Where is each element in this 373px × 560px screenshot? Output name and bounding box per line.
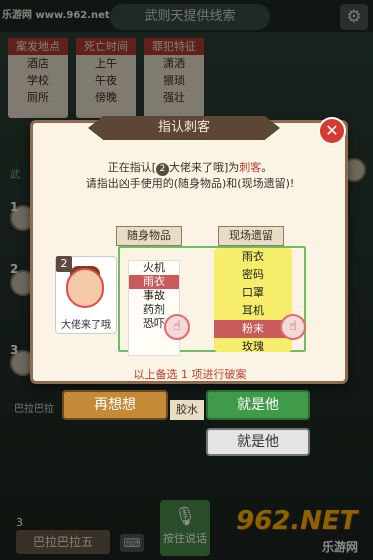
carried-items-list: 火机 雨衣 事故 药剂 恐吓 [128, 260, 180, 356]
scene-item[interactable]: 玫瑰 [214, 338, 292, 356]
confirm-button-secondary[interactable]: 就是他 [206, 428, 310, 456]
dialog-title: 指认刺客 [157, 120, 210, 135]
instruction-line2: 请指出凶手使用的(随身物品)和(现场遗留)! [85, 177, 295, 190]
close-icon[interactable]: ✕ [318, 117, 346, 145]
suspect-name: 大佬来了哦 [61, 320, 111, 331]
rethink-button[interactable]: 再想想 [62, 390, 168, 420]
scene-item[interactable]: 雨衣 [214, 248, 292, 266]
carried-item[interactable]: 事故 [129, 289, 179, 303]
carried-item[interactable]: 火机 [129, 261, 179, 275]
tab-carried-items[interactable]: 随身物品 [116, 226, 182, 246]
scene-item[interactable]: 口罩 [214, 284, 292, 302]
carried-item-selected[interactable]: 雨衣 [129, 275, 179, 289]
instruction-end: 。 [261, 161, 273, 174]
instruction-mid: ]为 [224, 161, 240, 174]
scene-items-list: 雨衣 密码 口罩 耳机 粉末 玫瑰 [214, 248, 292, 353]
instruction-number: 2 [156, 163, 169, 176]
glue-tag: 胶水 [170, 400, 204, 420]
avatar [66, 268, 104, 308]
instruction-role: 刺客 [239, 161, 262, 174]
progress-text: 以上备选 1 项进行破案 [133, 368, 247, 381]
confirm-button[interactable]: 就是他 [206, 390, 310, 420]
suspect-number: 2 [56, 256, 72, 272]
tab-scene-evidence[interactable]: 现场遗留 [218, 226, 284, 246]
instruction-text: 正在指认[2 大佬来了哦]为刺客。 请指出凶手使用的(随身物品)和(现场遗留)! [38, 160, 342, 192]
tap-hand-icon[interactable]: ☝ [280, 314, 306, 340]
tap-hand-icon[interactable]: ☝ [164, 314, 190, 340]
instruction-name: 大佬来了哦 [169, 161, 224, 174]
instruction-prefix: 正在指认[ [107, 161, 156, 174]
scene-item[interactable]: 耳机 [214, 302, 292, 320]
scene-item[interactable]: 密码 [214, 266, 292, 284]
